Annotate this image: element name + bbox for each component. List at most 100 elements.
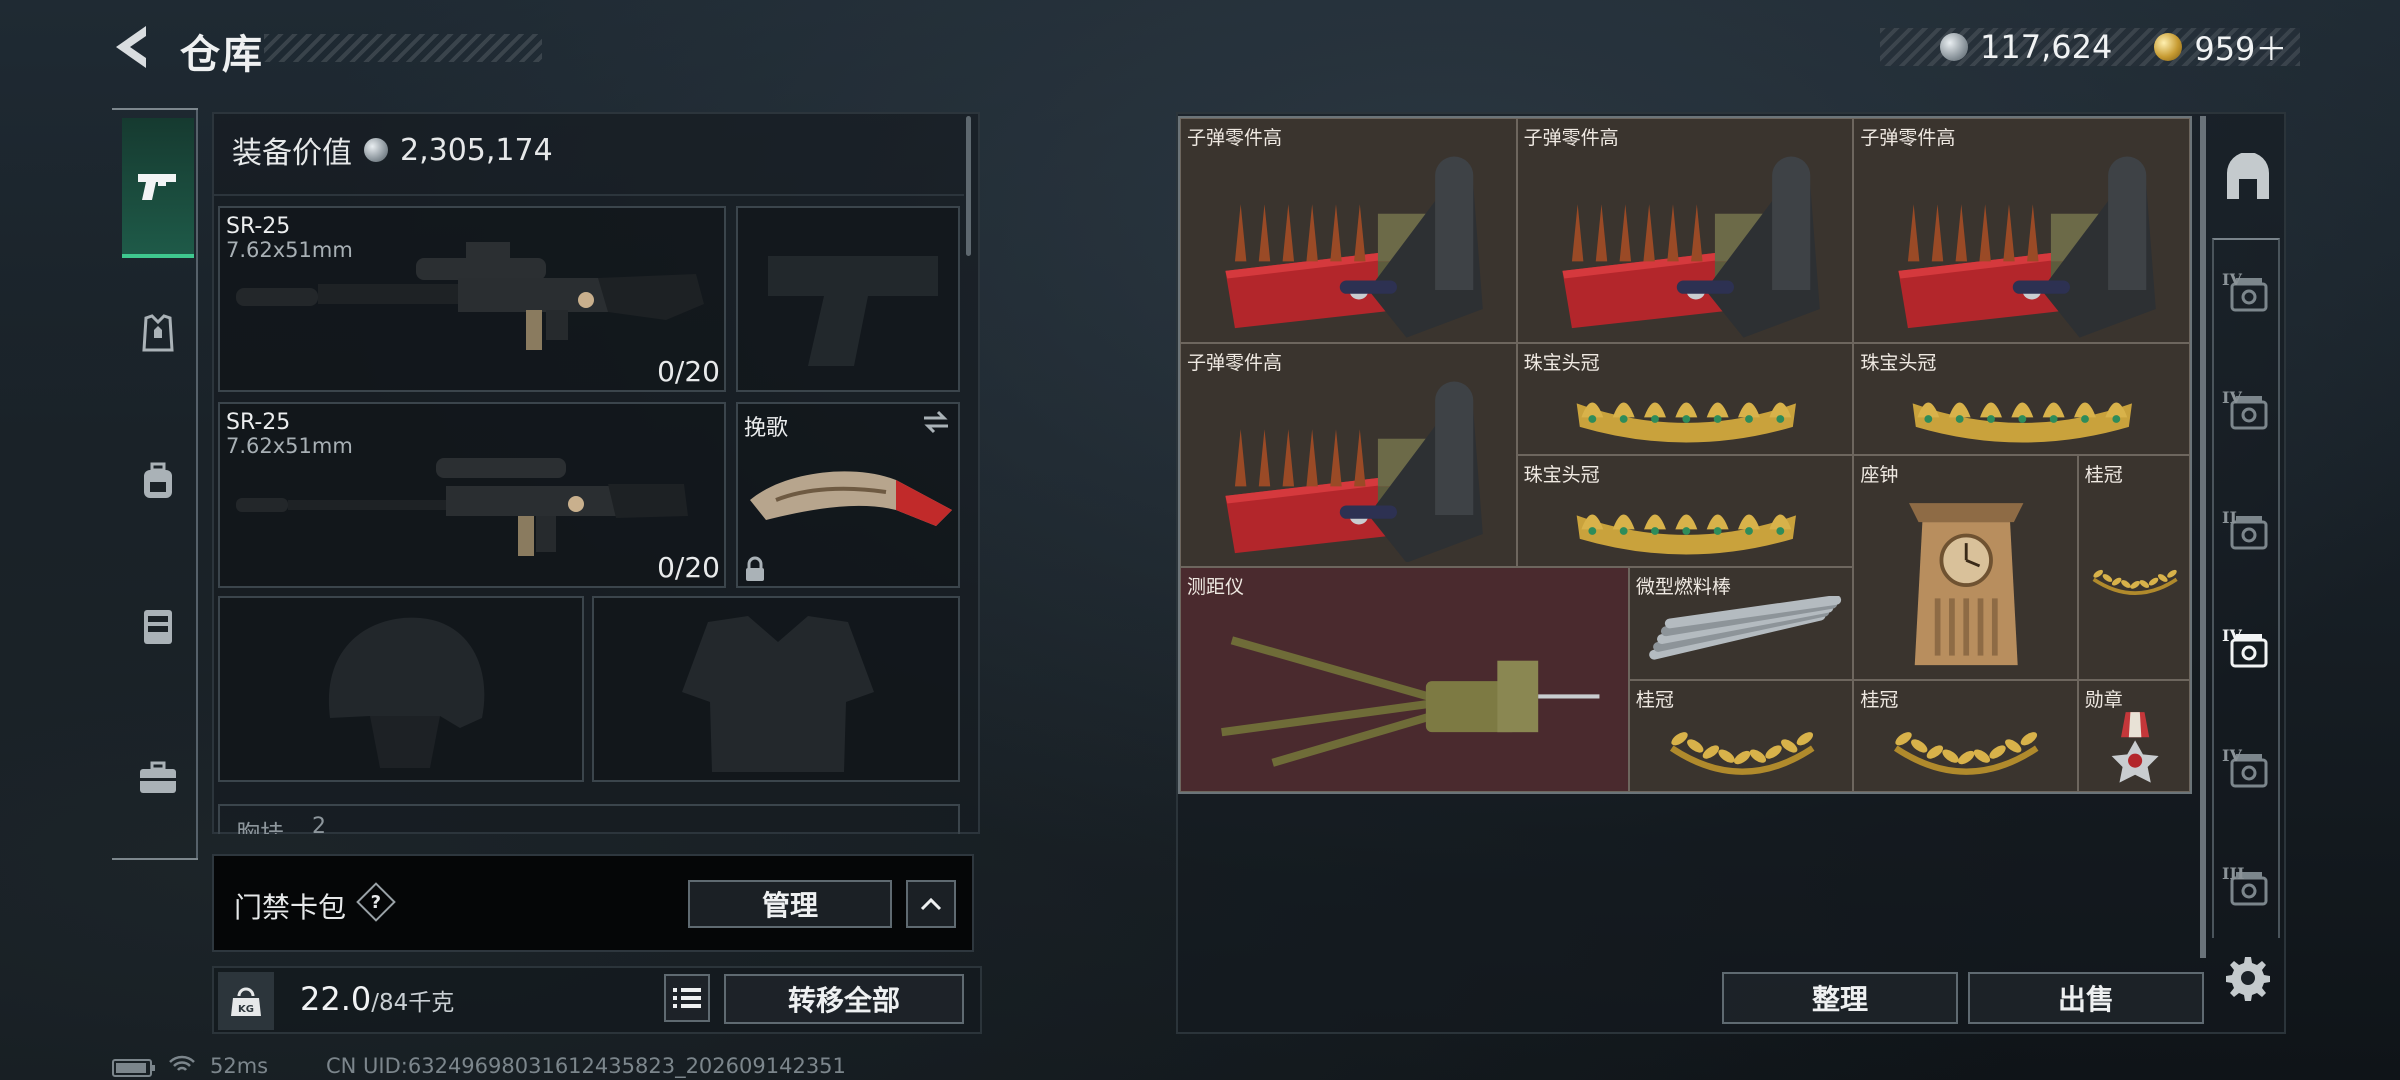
title-decoration <box>264 34 542 62</box>
stash-item-ammo-parts[interactable]: 子弹零件高 <box>1180 342 1517 568</box>
chest-rig-slot[interactable]: 胸挂 2 <box>218 804 960 834</box>
stash-scrollbar[interactable] <box>2200 116 2206 958</box>
silver-balance: 117,624 <box>1980 28 2113 66</box>
stash-side-rail <box>2212 238 2280 938</box>
silver-coin-icon <box>1940 33 1968 61</box>
equipment-value-amount: 2,305,174 <box>400 132 553 168</box>
expand-button[interactable] <box>906 880 956 928</box>
stash-item-tiara[interactable]: 珠宝头冠 <box>1853 342 2190 455</box>
stash-tab-3[interactable]: II <box>2216 500 2280 564</box>
stash-item-clock[interactable]: 座钟 <box>1853 455 2078 680</box>
stash-item-medal[interactable]: 勋章 <box>2077 679 2190 792</box>
stash-item-fuel-rods[interactable]: 微型燃料棒 <box>1628 567 1854 680</box>
laurel-wreath-icon <box>2092 569 2178 596</box>
weight-readout: 22.0/84千克 <box>300 980 454 1018</box>
transfer-all-button[interactable]: 转移全部 <box>724 974 964 1024</box>
equipment-value: 装备价值 2,305,174 <box>232 128 553 172</box>
settings-button[interactable] <box>2216 946 2280 1010</box>
armor-slot[interactable] <box>592 596 960 782</box>
tab-level: IV <box>2222 626 2242 645</box>
swap-icon[interactable] <box>922 410 950 434</box>
armor-placeholder-icon <box>682 616 874 772</box>
tab-case[interactable] <box>130 750 186 806</box>
vault-icon <box>2227 153 2269 199</box>
pistol-icon <box>138 174 176 200</box>
pistol-slot[interactable] <box>736 206 960 392</box>
stash-tab-2[interactable]: IV <box>2216 380 2280 444</box>
loadout-scrollbar[interactable] <box>966 116 971 256</box>
stash-tab-6[interactable]: III <box>2216 856 2280 920</box>
sell-button[interactable]: 出售 <box>1968 972 2204 1024</box>
chest-rig-count: 2 <box>312 814 326 834</box>
stash-tab-5[interactable]: IV <box>2216 738 2280 802</box>
stash-item-label: 测距仪 <box>1187 576 1245 599</box>
stash-item-label: 桂冠 <box>1860 688 1899 711</box>
weapon-ammo-count: 0/20 <box>657 355 720 388</box>
laurel-wreath-icon <box>1894 731 2039 775</box>
weight-current: 22.0 <box>300 980 372 1018</box>
divider <box>214 194 964 196</box>
stash-item-label: 桂冠 <box>1635 688 1674 711</box>
stash-item-rangefinder[interactable]: 测距仪 <box>1180 567 1629 792</box>
mantel-clock-icon <box>1909 503 2024 666</box>
armor-vest-icon <box>142 314 174 352</box>
stash-tab-4[interactable]: IV <box>2216 618 2280 682</box>
gear-icon <box>2226 957 2270 1001</box>
tab-level: IV <box>2222 388 2242 407</box>
stash-item-label: 子弹零件高 <box>1523 127 1619 149</box>
battery-icon <box>112 1059 155 1077</box>
medal-icon <box>2111 711 2159 783</box>
lock-icon <box>746 556 764 581</box>
weapon-name: SR-25 <box>226 410 291 435</box>
tiara-icon <box>1576 402 1796 443</box>
wifi-icon <box>169 1055 195 1071</box>
stash-item-ammo-parts[interactable]: 子弹零件高 <box>1180 118 1517 343</box>
currency-bar: 117,624 959＋ <box>1880 28 2300 68</box>
fuel-rods-icon <box>1649 596 1841 660</box>
stash-item-laurel[interactable]: 桂冠 <box>2077 455 2190 680</box>
sort-button[interactable]: 整理 <box>1722 972 1958 1024</box>
equipment-value-label: 装备价值 <box>232 136 352 171</box>
tab-level: III <box>2222 864 2245 883</box>
kukri-knife-icon <box>750 471 952 526</box>
pistol-placeholder-icon <box>768 256 938 366</box>
primary-weapon-slot[interactable]: SR-25 7.62x51mm 0/20 <box>218 206 726 392</box>
tiara-icon <box>1576 514 1796 555</box>
stash-item-laurel[interactable]: 桂冠 <box>1628 679 1854 792</box>
chevron-up-icon <box>920 897 942 911</box>
chest-rig-label: 胸挂 <box>236 820 284 834</box>
tab-level: IV <box>2222 270 2242 289</box>
stash-item-laurel[interactable]: 桂冠 <box>1853 679 2078 792</box>
stash-item-ammo-parts[interactable]: 子弹零件高 <box>1853 118 2190 343</box>
list-icon <box>673 988 701 1008</box>
tab-armor[interactable] <box>130 306 186 362</box>
stash-item-label: 珠宝头冠 <box>1523 464 1600 486</box>
ammo-parts-icon <box>1898 156 2157 338</box>
melee-name: 挽歌 <box>744 416 789 441</box>
back-icon[interactable] <box>108 22 154 72</box>
tab-weapons[interactable] <box>122 118 194 258</box>
tab-level: II <box>2222 508 2237 527</box>
gold-balance[interactable]: 959＋ <box>2194 24 2287 70</box>
ping: 52ms <box>210 1054 269 1078</box>
secondary-weapon-slot[interactable]: SR-25 7.62x51mm 0/20 <box>218 402 726 588</box>
helmet-placeholder-icon <box>328 617 485 768</box>
manage-button[interactable]: 管理 <box>688 880 892 928</box>
backpack-icon <box>144 462 172 498</box>
tab-backpack[interactable] <box>130 452 186 508</box>
stash-item-tiara[interactable]: 珠宝头冠 <box>1516 342 1854 455</box>
stash-item-tiara[interactable]: 珠宝头冠 <box>1516 455 1854 568</box>
stash-tab-home[interactable] <box>2216 146 2280 210</box>
ammo-parts-icon <box>1225 156 1483 338</box>
helmet-slot[interactable] <box>218 596 584 782</box>
weapon-ammo-count: 0/20 <box>657 551 720 584</box>
melee-slot[interactable]: 挽歌 <box>736 402 960 588</box>
stash-item-ammo-parts[interactable]: 子弹零件高 <box>1516 118 1854 343</box>
gold-coin-icon <box>2154 33 2183 61</box>
list-view-button[interactable] <box>664 974 710 1022</box>
stash-tab-1[interactable]: IV <box>2216 262 2280 326</box>
stash-item-label: 珠宝头冠 <box>1523 351 1600 374</box>
user-uid: CN UID:63249698031612435823_202609142351 <box>326 1054 846 1078</box>
tab-chest-rig[interactable] <box>130 598 186 654</box>
svg-text:KG: KG <box>238 1004 254 1015</box>
